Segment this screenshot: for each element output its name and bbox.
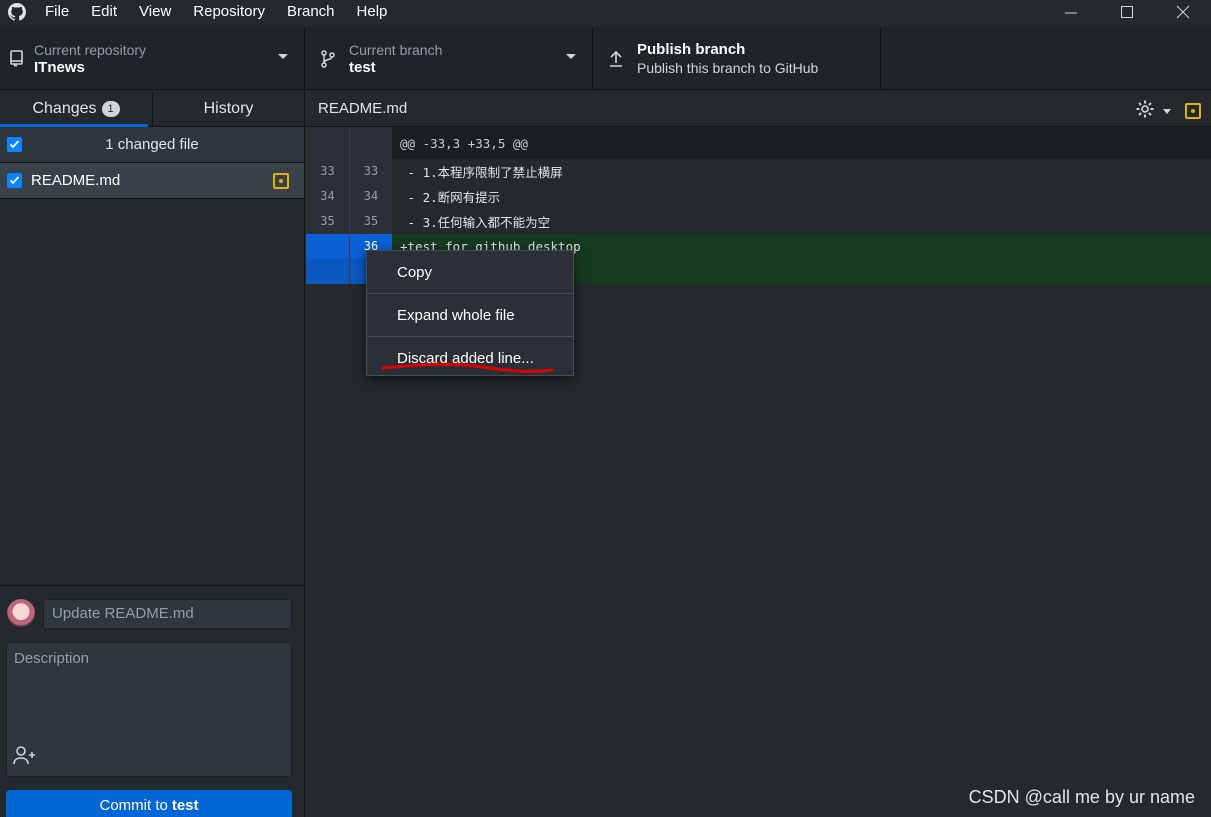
line-number-new	[349, 127, 392, 159]
line-number-old[interactable]	[306, 234, 349, 259]
maximize-icon	[1121, 5, 1133, 18]
tab-history-label: History	[203, 99, 254, 117]
diff-tools	[1135, 99, 1201, 123]
repository-selector[interactable]: Current repository ITnews	[0, 27, 305, 90]
line-number-old: 33	[306, 159, 349, 184]
line-number-old	[306, 127, 349, 159]
minimize-button[interactable]	[1043, 0, 1099, 23]
line-number-old: 35	[306, 209, 349, 234]
branch-name: test	[349, 58, 376, 76]
commit-branch: test	[171, 796, 199, 814]
modified-icon	[1185, 103, 1201, 119]
sidebar-tabs: Changes 1 History	[0, 91, 304, 127]
line-number-new: 34	[349, 184, 392, 209]
diff-line[interactable]: 33 33 - 1.本程序限制了禁止横屏	[306, 159, 1211, 184]
summary-input[interactable]: Update README.md	[43, 599, 292, 629]
chevron-down-icon	[278, 54, 288, 59]
tab-history[interactable]: History	[152, 91, 304, 126]
tab-changes-label: Changes	[32, 99, 97, 117]
diff-view: README.md @@ -33,3 +33,5 @@ 33 33 - 1.本程…	[306, 91, 1211, 817]
publish-branch-button[interactable]: Publish branch Publish this branch to Gi…	[593, 27, 881, 90]
line-number-new: 33	[349, 159, 392, 184]
sidebar: Changes 1 History 1 changed file README.…	[0, 91, 305, 817]
publish-title: Publish branch	[637, 40, 746, 58]
minimize-icon	[1065, 12, 1077, 13]
github-logo-icon	[0, 0, 34, 23]
line-number-new: 35	[349, 209, 392, 234]
toolbar: Current repository ITnews Current branch…	[0, 27, 1211, 90]
menu-item-expand-whole-file[interactable]: Expand whole file	[367, 294, 573, 336]
diff-header: README.md	[306, 91, 1211, 127]
chevron-down-icon	[566, 54, 576, 59]
modified-icon	[273, 173, 289, 189]
branch-selector[interactable]: Current branch test	[305, 27, 593, 90]
description-placeholder: Description	[14, 650, 90, 667]
changed-files-header: 1 changed file	[0, 127, 304, 163]
commit-label: Commit to	[99, 796, 168, 814]
menu-edit[interactable]: Edit	[80, 0, 128, 23]
diff-filename: README.md	[318, 100, 408, 117]
tab-changes[interactable]: Changes 1	[0, 91, 152, 127]
line-text: - 2.断网有提示	[400, 190, 501, 205]
menu-item-copy[interactable]: Copy	[367, 251, 573, 293]
checkmark-icon	[9, 176, 20, 185]
close-button[interactable]	[1155, 0, 1211, 23]
watermark: CSDN @call me by ur name	[968, 787, 1195, 807]
line-number-old: 34	[306, 184, 349, 209]
menu-help[interactable]: Help	[346, 0, 399, 23]
commit-form: Update README.md Description Commit to t…	[0, 585, 304, 817]
description-field[interactable]: Description	[6, 642, 292, 777]
changed-files-count: 1 changed file	[105, 136, 199, 153]
commit-button[interactable]: Commit to test	[6, 790, 292, 817]
chevron-down-icon[interactable]	[1163, 108, 1171, 114]
upload-arrow-icon	[605, 50, 627, 68]
repo-sublabel: Current repository	[34, 41, 147, 58]
publish-subtitle: Publish this branch to GitHub	[637, 59, 819, 76]
list-item[interactable]: README.md	[0, 163, 304, 199]
hunk-text: @@ -33,3 +33,5 @@	[400, 135, 528, 151]
checkmark-icon	[9, 140, 20, 149]
context-menu: Copy Expand whole file Discard added lin…	[366, 250, 574, 376]
close-icon	[1176, 5, 1190, 18]
maximize-button[interactable]	[1099, 0, 1155, 23]
line-text: - 3.任何输入都不能为空	[400, 215, 551, 230]
line-text: - 1.本程序限制了禁止横屏	[400, 165, 563, 180]
repo-name: ITnews	[34, 58, 85, 76]
hunk-header: @@ -33,3 +33,5 @@	[306, 127, 1211, 159]
menu-file[interactable]: File	[34, 0, 80, 23]
menu-branch[interactable]: Branch	[276, 0, 346, 23]
title-bar: File Edit View Repository Branch Help	[0, 0, 1211, 23]
line-number-old[interactable]	[306, 259, 349, 284]
menu-repository[interactable]: Repository	[182, 0, 276, 23]
diff-line[interactable]: 34 34 - 2.断网有提示	[306, 184, 1211, 209]
window-controls	[1043, 0, 1211, 23]
diff-line[interactable]: 35 35 - 3.任何输入都不能为空	[306, 209, 1211, 234]
add-coauthor-icon[interactable]	[13, 745, 37, 768]
select-all-checkbox[interactable]	[7, 137, 22, 152]
changes-count-badge: 1	[101, 100, 120, 117]
gear-icon[interactable]	[1135, 99, 1155, 123]
file-name: README.md	[31, 172, 121, 189]
file-checkbox[interactable]	[7, 173, 22, 188]
repo-icon	[0, 49, 34, 68]
branch-icon	[317, 49, 339, 68]
avatar	[7, 599, 35, 627]
branch-sublabel: Current branch	[349, 41, 443, 58]
red-underline-annotation	[381, 362, 554, 373]
menu-view[interactable]: View	[128, 0, 182, 23]
